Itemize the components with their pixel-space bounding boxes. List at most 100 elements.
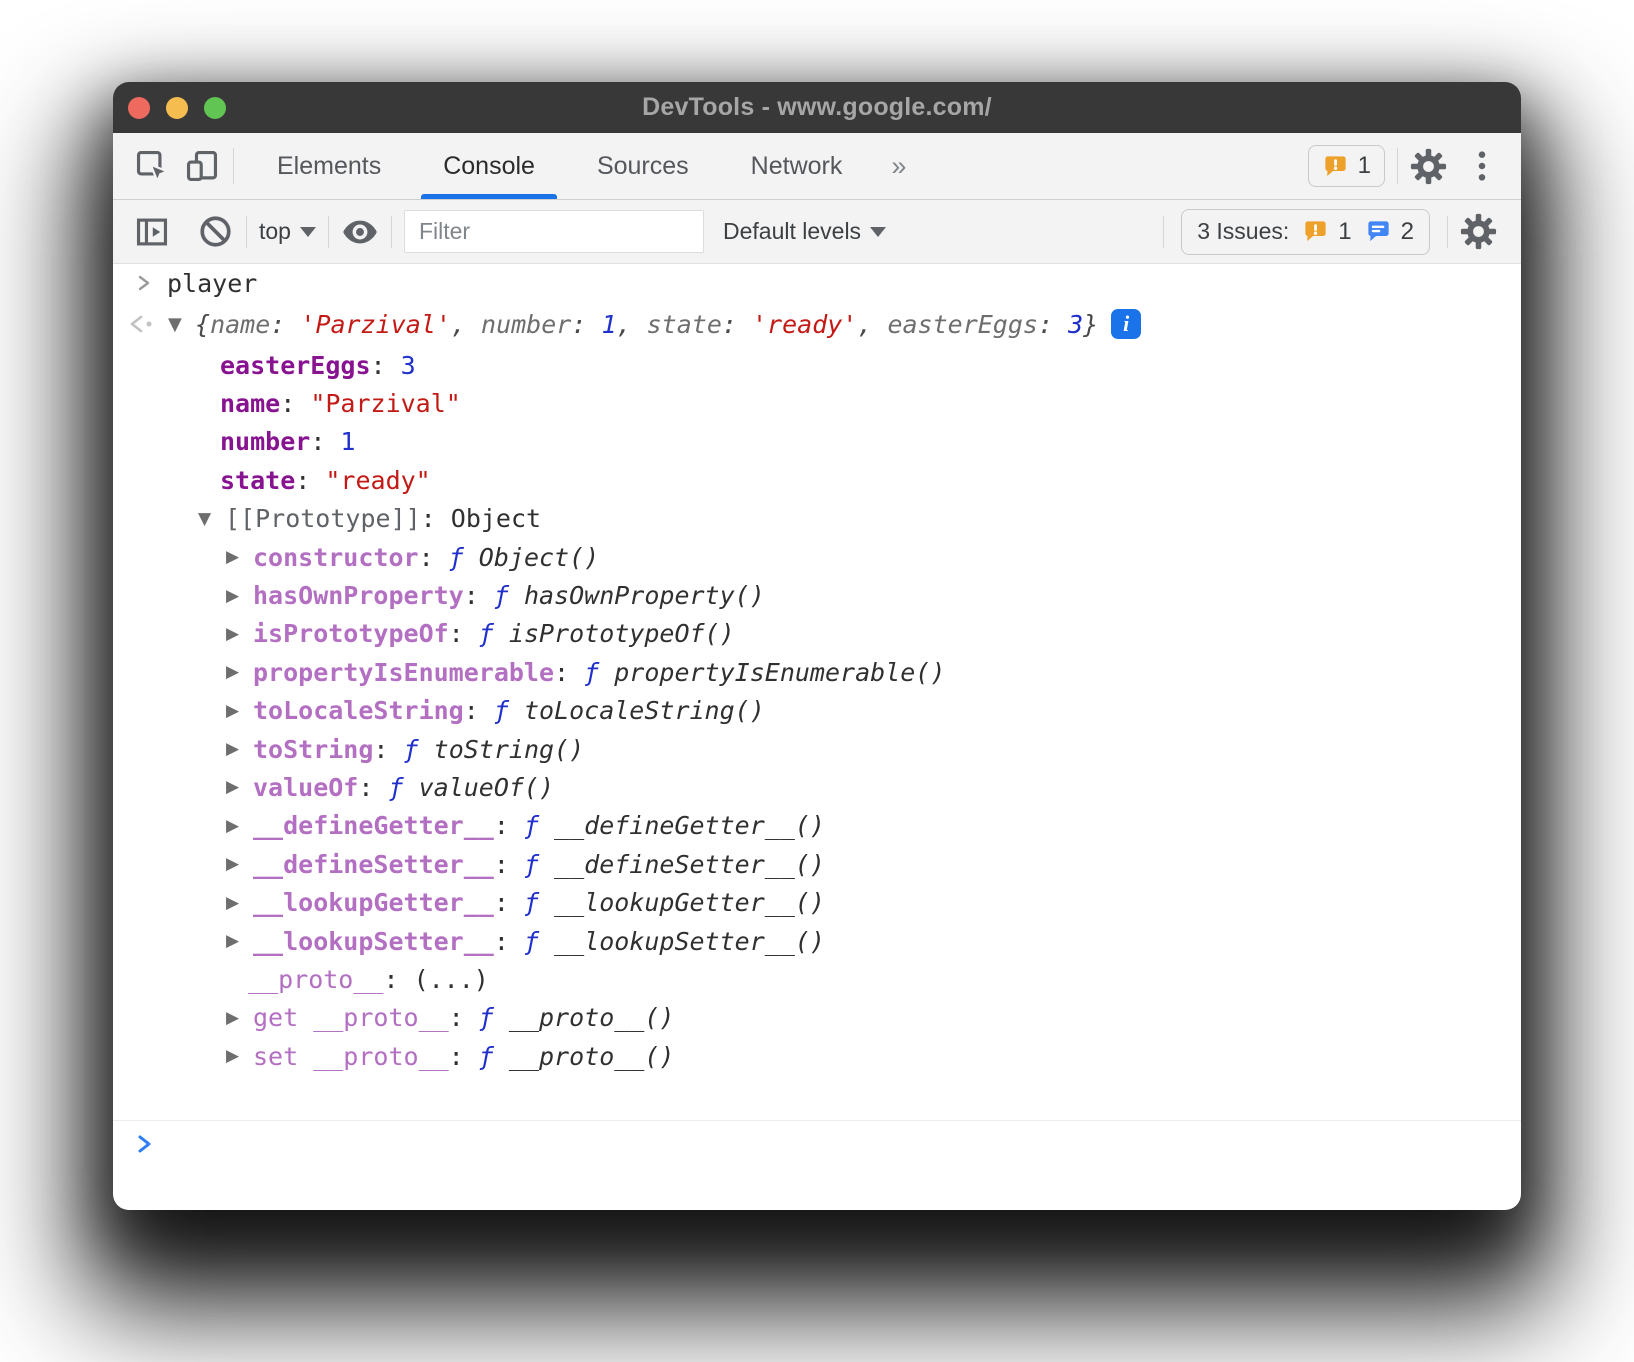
tab-label: Console xyxy=(443,152,535,181)
property-token: : xyxy=(449,1003,479,1032)
property-row: ▶hasOwnProperty: ƒ hasOwnProperty() xyxy=(113,576,1521,614)
issue-count-2: 2 xyxy=(1401,218,1414,246)
property-token: __defineGetter__() xyxy=(554,811,825,840)
log-levels-selector[interactable]: Default levels xyxy=(723,218,886,245)
console-settings-gear-icon[interactable] xyxy=(1460,213,1497,250)
property-token: : xyxy=(449,619,479,648)
disclosure-right-icon[interactable]: ▶ xyxy=(226,777,253,797)
device-toolbar-icon[interactable] xyxy=(183,147,221,185)
disclosure-right-icon[interactable]: ▶ xyxy=(226,624,253,644)
devtools-window: DevTools - www.google.com/ ElementsConso… xyxy=(113,82,1521,1210)
issue-warning-bubble-icon xyxy=(1302,218,1329,245)
preview-token: } xyxy=(1083,310,1098,339)
property-row: ▼[[Prototype]]: Object xyxy=(113,500,1521,538)
command-chevron-icon xyxy=(135,271,155,295)
property-token: : xyxy=(371,351,401,380)
property-token: name xyxy=(220,389,280,418)
property-token: : xyxy=(494,888,524,917)
property-token: : xyxy=(419,543,449,572)
property-token: number xyxy=(220,427,310,456)
property-token: valueOf() xyxy=(419,773,554,802)
console-sidebar-icon[interactable] xyxy=(133,213,171,251)
page-background: DevTools - www.google.com/ ElementsConso… xyxy=(0,0,1634,1362)
console-result-row: ▼ {name: 'Parzival', number: 1, state: '… xyxy=(113,302,1521,346)
preview-token: state xyxy=(647,310,722,339)
active-tab-underline xyxy=(421,194,557,199)
property-token: : xyxy=(373,735,403,764)
property-token: Object xyxy=(451,504,541,533)
console-toolbar: top Default levels 3 Issues: xyxy=(113,200,1521,264)
error-count: 1 xyxy=(1358,152,1371,180)
error-count-button[interactable]: 1 xyxy=(1308,145,1385,187)
clear-console-icon[interactable] xyxy=(197,213,234,250)
settings-gear-icon[interactable] xyxy=(1410,148,1447,185)
property-token: toString() xyxy=(434,735,585,764)
property-token: set __proto__ xyxy=(253,1042,449,1071)
property-token: Object() xyxy=(479,543,599,572)
property-row: name: "Parzival" xyxy=(113,384,1521,422)
property-token: : xyxy=(464,696,494,725)
property-token: "ready" xyxy=(325,466,430,495)
inspect-element-icon[interactable] xyxy=(133,147,171,185)
toolbar-divider xyxy=(1447,216,1448,248)
issues-button[interactable]: 3 Issues: 1 2 xyxy=(1181,209,1430,255)
property-token: ƒ xyxy=(388,773,418,802)
property-row: ▶isPrototypeOf: ƒ isPrototypeOf() xyxy=(113,615,1521,653)
property-token: valueOf xyxy=(253,773,358,802)
preview-token: , xyxy=(451,310,481,339)
disclosure-right-icon[interactable]: ▶ xyxy=(226,854,253,874)
preview-token: 3 xyxy=(1068,310,1083,339)
property-token: [[Prototype]] xyxy=(225,504,421,533)
property-token: ƒ xyxy=(524,850,554,879)
property-token: hasOwnProperty() xyxy=(524,581,765,610)
preview-token: : xyxy=(571,310,601,339)
preview-token: { xyxy=(195,310,210,339)
disclosure-right-icon[interactable]: ▶ xyxy=(226,547,253,567)
property-token: 1 xyxy=(340,427,355,456)
preview-token: 1 xyxy=(601,310,616,339)
context-selector[interactable]: top xyxy=(259,218,316,245)
filter-input[interactable] xyxy=(404,210,704,253)
property-row: ▶valueOf: ƒ valueOf() xyxy=(113,768,1521,806)
preview-token: name xyxy=(210,310,270,339)
tab-label: Network xyxy=(751,152,843,181)
prompt-chevron-icon xyxy=(135,1132,155,1156)
property-row: ▶constructor: ƒ Object() xyxy=(113,538,1521,576)
chevron-down-icon xyxy=(870,227,886,237)
disclosure-down-icon[interactable]: ▼ xyxy=(168,314,195,335)
tab-console[interactable]: Console xyxy=(412,133,566,199)
tab-sources[interactable]: Sources xyxy=(566,133,720,199)
disclosure-right-icon[interactable]: ▶ xyxy=(226,662,253,682)
disclosure-right-icon[interactable]: ▶ xyxy=(226,701,253,721)
property-token: "Parzival" xyxy=(310,389,461,418)
disclosure-right-icon[interactable]: ▶ xyxy=(226,1046,253,1066)
disclosure-right-icon[interactable]: ▶ xyxy=(226,816,253,836)
tab-elements[interactable]: Elements xyxy=(246,133,412,199)
property-row: ▶get __proto__: ƒ __proto__() xyxy=(113,999,1521,1037)
returned-value-icon xyxy=(127,312,157,336)
property-row: ▶__defineGetter__: ƒ __defineGetter__() xyxy=(113,807,1521,845)
property-token: isPrototypeOf() xyxy=(509,619,735,648)
kebab-menu-icon[interactable] xyxy=(1469,149,1495,183)
property-token: : xyxy=(383,965,413,994)
info-icon[interactable]: i xyxy=(1111,309,1141,339)
disclosure-right-icon[interactable]: ▶ xyxy=(226,739,253,759)
tab-network[interactable]: Network xyxy=(720,133,874,199)
toolbar-divider xyxy=(233,148,234,184)
live-expression-eye-icon[interactable] xyxy=(341,213,379,251)
disclosure-right-icon[interactable]: ▶ xyxy=(226,1008,253,1028)
console-messages: player ▼ {name: 'Parzival', number: 1, s… xyxy=(113,264,1521,1074)
property-token: : xyxy=(358,773,388,802)
tab-strip: Elements Console Sources Network xyxy=(246,133,873,199)
disclosure-down-icon[interactable]: ▼ xyxy=(198,509,225,529)
disclosure-right-icon[interactable]: ▶ xyxy=(226,586,253,606)
console-prompt[interactable] xyxy=(113,1121,1521,1167)
object-preview: {name: 'Parzival', number: 1, state: 're… xyxy=(195,310,1098,339)
preview-token: 'ready' xyxy=(752,310,857,339)
property-token: : xyxy=(280,389,310,418)
more-tabs-button[interactable]: » xyxy=(873,151,924,182)
property-row: state: "ready" xyxy=(113,461,1521,499)
disclosure-right-icon[interactable]: ▶ xyxy=(226,931,253,951)
property-token: ƒ xyxy=(449,543,479,572)
disclosure-right-icon[interactable]: ▶ xyxy=(226,893,253,913)
